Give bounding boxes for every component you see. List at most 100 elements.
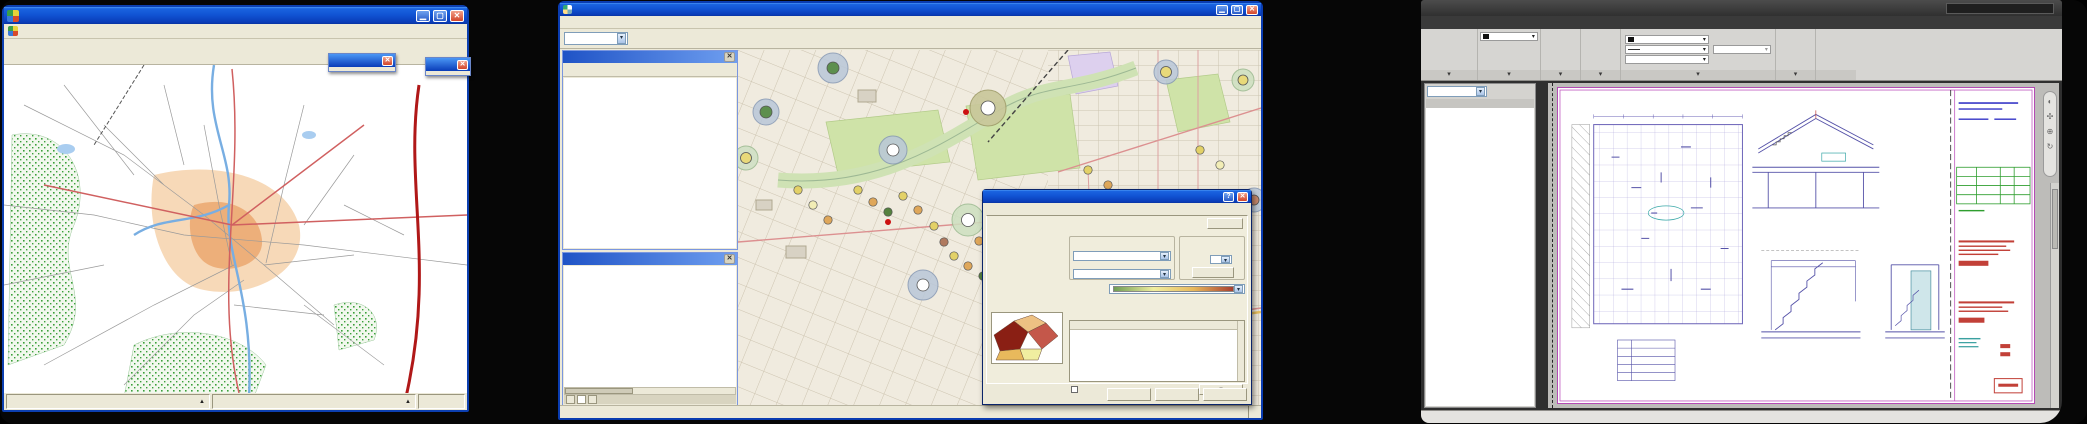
- fields-group: ▾ ▾: [1069, 236, 1175, 280]
- classes-combo[interactable]: ▾: [1210, 255, 1232, 264]
- color-ramp-combo[interactable]: ▾: [1109, 284, 1245, 294]
- lineweight-swatch: [1628, 49, 1640, 51]
- autocad-workspace: ▾: [1421, 81, 2062, 410]
- close-icon[interactable]: ✕: [724, 254, 735, 264]
- main-toolbar-titlebar[interactable]: ✕: [426, 58, 470, 71]
- status-selecting[interactable]: [418, 394, 465, 409]
- cancel-button[interactable]: [1155, 388, 1199, 401]
- mapinfo-map-drawing: [4, 65, 467, 397]
- dialog-titlebar[interactable]: ? ✕: [983, 190, 1251, 203]
- symbol-class-table: [1069, 320, 1245, 382]
- toolbox-dock-tab[interactable]: [577, 395, 586, 404]
- desktop: ▁ ▢ ✕: [0, 0, 2087, 424]
- toc-titlebar[interactable]: ✕: [563, 51, 737, 63]
- ribbon-panel-layers: ▾ ▾: [1478, 29, 1541, 80]
- restore-button[interactable]: ▢: [433, 10, 447, 22]
- panel-label-annotation[interactable]: ▾: [1541, 70, 1580, 80]
- toc-dock-tab[interactable]: [566, 395, 575, 404]
- classify-button[interactable]: [1192, 267, 1234, 278]
- mapinfo-window: ▁ ▢ ✕: [2, 5, 469, 412]
- ribbon-panel-utilities: ▾: [1776, 29, 1816, 80]
- autocad-titlebar[interactable]: [1421, 0, 2062, 16]
- help-button[interactable]: ?: [1223, 192, 1234, 202]
- infocenter-search-input[interactable]: [1946, 3, 2054, 14]
- color-ramp-swatch: [1113, 286, 1234, 292]
- ribbon-panel-clipboard: [1816, 29, 1856, 80]
- panel-label-layers[interactable]: ▾: [1478, 70, 1540, 80]
- sheet-set-combo[interactable]: ▾: [1427, 86, 1487, 97]
- panel-label-utilities[interactable]: ▾: [1776, 70, 1815, 80]
- status-coordinates: [1248, 406, 1261, 418]
- layout-tab-bar[interactable]: [1421, 410, 2062, 423]
- object-color-combo[interactable]: ▾: [1625, 35, 1709, 44]
- mapinfo-titlebar[interactable]: ▁ ▢ ✕: [4, 7, 467, 24]
- sheet-list: [1426, 108, 1534, 406]
- mapinfo-map-view[interactable]: [4, 65, 467, 397]
- arctoolbox-titlebar[interactable]: ✕: [563, 253, 737, 265]
- station-point-2: [885, 219, 891, 225]
- navigation-bar: ◐ ✣ ⊕ ↻: [2043, 91, 2057, 177]
- steering-wheel-icon[interactable]: ◐: [2048, 97, 2053, 106]
- ok-button[interactable]: [1107, 388, 1151, 401]
- layer-combo[interactable]: ▾: [1480, 32, 1538, 41]
- arcmap-window: ▁ ▢ ✕ ▾ ✕: [558, 1, 1263, 420]
- value-combo[interactable]: ▾: [1073, 251, 1171, 261]
- pan-icon[interactable]: ✣: [2047, 112, 2054, 121]
- viewport-dashed-line-left: [1552, 83, 1553, 408]
- table-scrollbar[interactable]: [1237, 321, 1244, 381]
- layer-properties-dialog: ? ✕: [982, 189, 1252, 405]
- panel-label-properties[interactable]: ▾: [1621, 70, 1775, 80]
- show-class-ranges-checkbox[interactable]: [1071, 386, 1078, 393]
- symbology-preview: [991, 312, 1063, 364]
- lineweight-combo[interactable]: ▾: [1625, 45, 1709, 54]
- toc-toolbar: [563, 63, 737, 77]
- horizontal-scrollbar[interactable]: [564, 387, 736, 395]
- close-icon[interactable]: ✕: [457, 60, 468, 70]
- symbology-show-list: [990, 228, 1064, 306]
- drawing-toolbar-titlebar[interactable]: ✕: [329, 54, 395, 67]
- zoom-icon[interactable]: ⊕: [2047, 127, 2054, 136]
- close-button[interactable]: ✕: [1237, 192, 1248, 202]
- close-button[interactable]: ✕: [450, 10, 464, 22]
- status-editing[interactable]: ▲: [212, 394, 416, 409]
- palette-side-tabs: [1536, 85, 1547, 408]
- drawing-canvas[interactable]: ◐ ✣ ⊕ ↻: [1548, 83, 2059, 408]
- arctoolbox-panel: ✕: [562, 252, 738, 406]
- normalization-combo[interactable]: ▾: [1073, 269, 1171, 279]
- minimize-button[interactable]: ▁: [1216, 5, 1228, 15]
- dialog-body: ▾ ▾ ▾ ▾: [986, 215, 1248, 384]
- toc-layer-tree: [564, 78, 736, 248]
- panel-label-block[interactable]: ▾: [1581, 70, 1620, 80]
- catalog-dock-tab[interactable]: [588, 395, 597, 404]
- panel-label-clipboard[interactable]: [1816, 70, 1856, 80]
- arcmap-titlebar[interactable]: ▁ ▢ ✕: [560, 3, 1261, 16]
- minimize-button[interactable]: ▁: [416, 10, 430, 22]
- autocad-window: ▾ ▾ ▾: [1421, 0, 2062, 423]
- apply-button[interactable]: [1203, 388, 1247, 401]
- close-button[interactable]: ✕: [1246, 5, 1258, 15]
- sheet-drawing: [1558, 88, 2034, 403]
- restore-button[interactable]: ▢: [1231, 5, 1243, 15]
- map-scale-combo[interactable]: ▾: [564, 32, 628, 45]
- dock-tab-strip: [564, 395, 736, 404]
- status-zoom[interactable]: ▲: [6, 394, 210, 409]
- import-button[interactable]: [1207, 218, 1243, 229]
- vertical-scrollbar[interactable]: [2050, 183, 2059, 408]
- arcmap-menubar: [560, 16, 1261, 29]
- arcmap-statusbar: [560, 405, 1261, 418]
- symbol-table-header: [1070, 321, 1244, 330]
- transparency-combo[interactable]: ▾: [1713, 45, 1771, 54]
- ribbon-panel-block: ▾: [1581, 29, 1621, 80]
- panel-label-modify[interactable]: ▾: [1421, 70, 1477, 80]
- main-toolbar: ✕: [425, 57, 471, 76]
- linetype-combo[interactable]: ▾: [1625, 55, 1709, 64]
- layout-paper: [1557, 87, 2035, 404]
- close-icon[interactable]: ✕: [382, 56, 393, 66]
- arcmap-toolbar: ▾: [560, 29, 1261, 49]
- sheet-set-header: ▾: [1425, 84, 1535, 98]
- orbit-icon[interactable]: ↻: [2047, 142, 2054, 151]
- table-of-contents-panel: ✕: [562, 50, 738, 250]
- ribbon-panel-properties: ▾ ▾ ▾ ▾ ▾: [1621, 29, 1776, 80]
- ribbon-tab-strip: [1421, 16, 2062, 29]
- close-icon[interactable]: ✕: [724, 52, 735, 62]
